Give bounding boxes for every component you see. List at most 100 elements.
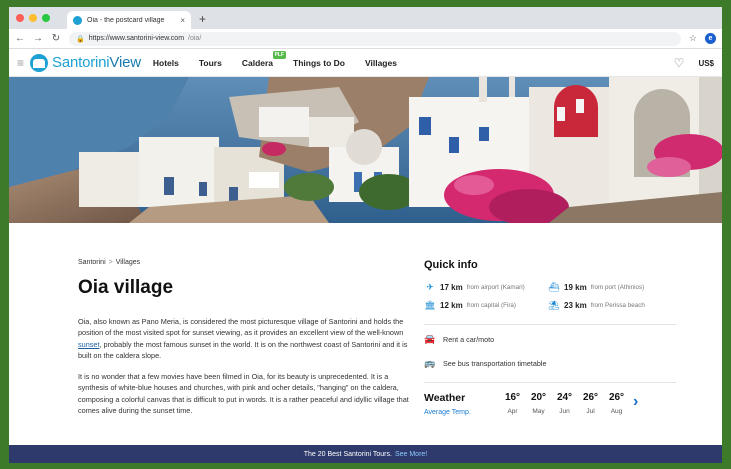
temp-value: 24° (556, 392, 573, 403)
menu-item-villages[interactable]: Villages (365, 58, 397, 68)
rent-car-label: Rent a car/moto (443, 335, 495, 344)
reload-icon[interactable]: ↻ (51, 33, 61, 44)
article: Santorini > Villages Oia village Oia, also… (78, 259, 410, 426)
rent-car-link[interactable]: 🚘 Rent a car/moto (424, 334, 676, 345)
distance-km: 23 km (564, 301, 587, 310)
caldera-badge: PLF (272, 50, 287, 59)
temp-month: Aug (610, 408, 623, 415)
temp-value: 16° (504, 392, 521, 403)
favorites-heart-icon[interactable]: ♡ (674, 56, 685, 70)
second-paragraph: It is no wonder that a few movies have b… (78, 372, 409, 416)
breadcrumb-separator: > (108, 259, 113, 266)
divider (424, 382, 676, 383)
url-host: https://www.santorini-view.com (88, 35, 185, 42)
temp-aug: 26° Aug (608, 392, 625, 415)
see-more-link[interactable]: See More! (395, 451, 427, 458)
sunset-link[interactable]: sunset (78, 340, 100, 349)
tab-close-button[interactable]: × (180, 16, 185, 25)
menu-item-caldera[interactable]: Caldera PLF (241, 50, 287, 68)
menu-item-things-to-do[interactable]: Things to Do (293, 58, 345, 68)
weather-label: Weather Average Temp. (424, 392, 504, 416)
distance-capital: 🏛 12 km from capital (Fira) (424, 300, 548, 311)
building-icon: 🏛 (424, 300, 436, 310)
tab-bar: Oia - the postcard village × + (9, 7, 722, 29)
promo-bar: The 20 Best Santorini Tours. See More! (9, 445, 722, 463)
average-temp-link[interactable]: Average Temp. (424, 409, 504, 416)
profile-icon[interactable]: e (705, 33, 716, 44)
temp-month: May (532, 408, 545, 415)
distance-km: 19 km (564, 283, 587, 292)
quick-info-title: Quick info (424, 259, 478, 271)
intro-paragraph: Oia, also known as Pano Meria, is consid… (78, 316, 410, 361)
page-title: Oia village (78, 277, 174, 298)
main-content: Santorini > Villages Oia village Oia, also… (9, 245, 722, 443)
chevron-right-icon[interactable]: › (633, 393, 638, 411)
temp-value: 26° (608, 392, 625, 403)
menu-item-caldera-label: Caldera (241, 57, 274, 68)
divider (424, 324, 676, 325)
url-path: /oia/ (188, 35, 202, 42)
temp-may: 20° May (530, 392, 547, 415)
currency-selector[interactable]: US$ (698, 59, 714, 68)
address-bar: ← → ↻ 🔒 https://www.santorini-view.com/o… (9, 29, 722, 49)
temp-value: 26° (582, 392, 599, 403)
temp-value: 20° (530, 392, 547, 403)
promo-text: The 20 Best Santorini Tours. (303, 450, 392, 458)
breadcrumb-santorini[interactable]: Santorini (78, 259, 106, 266)
lock-icon: 🔒 (76, 35, 85, 43)
url-field[interactable]: 🔒 https://www.santorini-view.com/oia/ (69, 31, 681, 46)
logo-text-b: View (109, 54, 141, 71)
hero-image (9, 77, 722, 223)
weather-title: Weather (424, 392, 466, 404)
car-icon: 🚘 (424, 334, 436, 344)
tab-title: Oia - the postcard village (87, 16, 165, 24)
weather-widget: Weather Average Temp. 16° Apr 20° May 24° J… (424, 392, 676, 416)
bookmark-star-icon[interactable]: ☆ (689, 33, 697, 44)
distance-km: 17 km (440, 283, 463, 292)
distance-label: from airport (Kamari) (466, 284, 525, 291)
window-controls (16, 14, 50, 22)
temperature-list: 16° Apr 20° May 24° Jun 26° Jul 26° Aug (504, 392, 625, 415)
browser-window: Oia - the postcard village × + ← → ↻ 🔒 h… (9, 7, 722, 463)
site-logo[interactable]: SantoriniView (52, 54, 141, 71)
logo-icon[interactable] (30, 53, 49, 72)
temp-month: Jul (586, 408, 595, 415)
distance-list: ✈ 17 km from airport (Kamari) ⛴ 19 km fr… (424, 282, 676, 311)
menu-item-tours[interactable]: Tours (199, 58, 222, 68)
breadcrumb-villages[interactable]: Villages (116, 259, 140, 266)
forward-arrow-icon[interactable]: → (33, 33, 43, 44)
distance-port: ⛴ 19 km from port (Athinios) (548, 282, 676, 293)
minimize-window-button[interactable] (29, 14, 37, 22)
hamburger-menu-icon[interactable]: ≡ (17, 56, 24, 70)
bus-timetable-link[interactable]: 🚌 See bus transportation timetable (424, 358, 676, 369)
intro-text-b: , probably the most famous sunset in the… (78, 339, 408, 360)
main-menu: Hotels Tours Caldera PLF Things to Do Vil… (153, 50, 397, 68)
nav-right: ♡ US$ (674, 49, 714, 77)
new-tab-button[interactable]: + (199, 12, 206, 26)
umbrella-icon: ⛱ (548, 300, 560, 310)
airplane-icon: ✈ (426, 282, 434, 292)
distance-beach: ⛱ 23 km from Perissa beach (548, 300, 676, 311)
favicon-icon (73, 15, 82, 25)
logo-text-a: Santorini (52, 54, 110, 71)
bus-timetable-label: See bus transportation timetable (443, 359, 547, 368)
distance-km: 12 km (440, 301, 463, 310)
distance-label: from port (Athinios) (590, 284, 645, 291)
close-window-button[interactable] (16, 14, 24, 22)
menu-item-hotels[interactable]: Hotels (153, 58, 179, 68)
back-arrow-icon[interactable]: ← (15, 33, 25, 44)
bus-icon: 🚌 (424, 358, 436, 368)
browser-tab[interactable]: Oia - the postcard village × (67, 11, 191, 29)
breadcrumb: Santorini > Villages (78, 259, 410, 266)
ship-icon: ⛴ (548, 282, 560, 292)
oia-village-photo (9, 77, 722, 223)
intro-text-a: Oia, also known as Pano Meria, is consid… (78, 317, 404, 338)
distance-label: from capital (Fira) (466, 302, 517, 309)
quick-info-panel: Quick info ✈ 17 km from airport (Kamari)… (424, 259, 676, 416)
temp-month: Jun (559, 408, 570, 415)
maximize-window-button[interactable] (42, 14, 50, 22)
temp-jun: 24° Jun (556, 392, 573, 415)
site-navigation: ≡ SantoriniView Hotels Tours Caldera PLF … (9, 49, 722, 77)
distance-label: from Perissa beach (590, 302, 645, 309)
temp-month: Apr (507, 408, 518, 415)
